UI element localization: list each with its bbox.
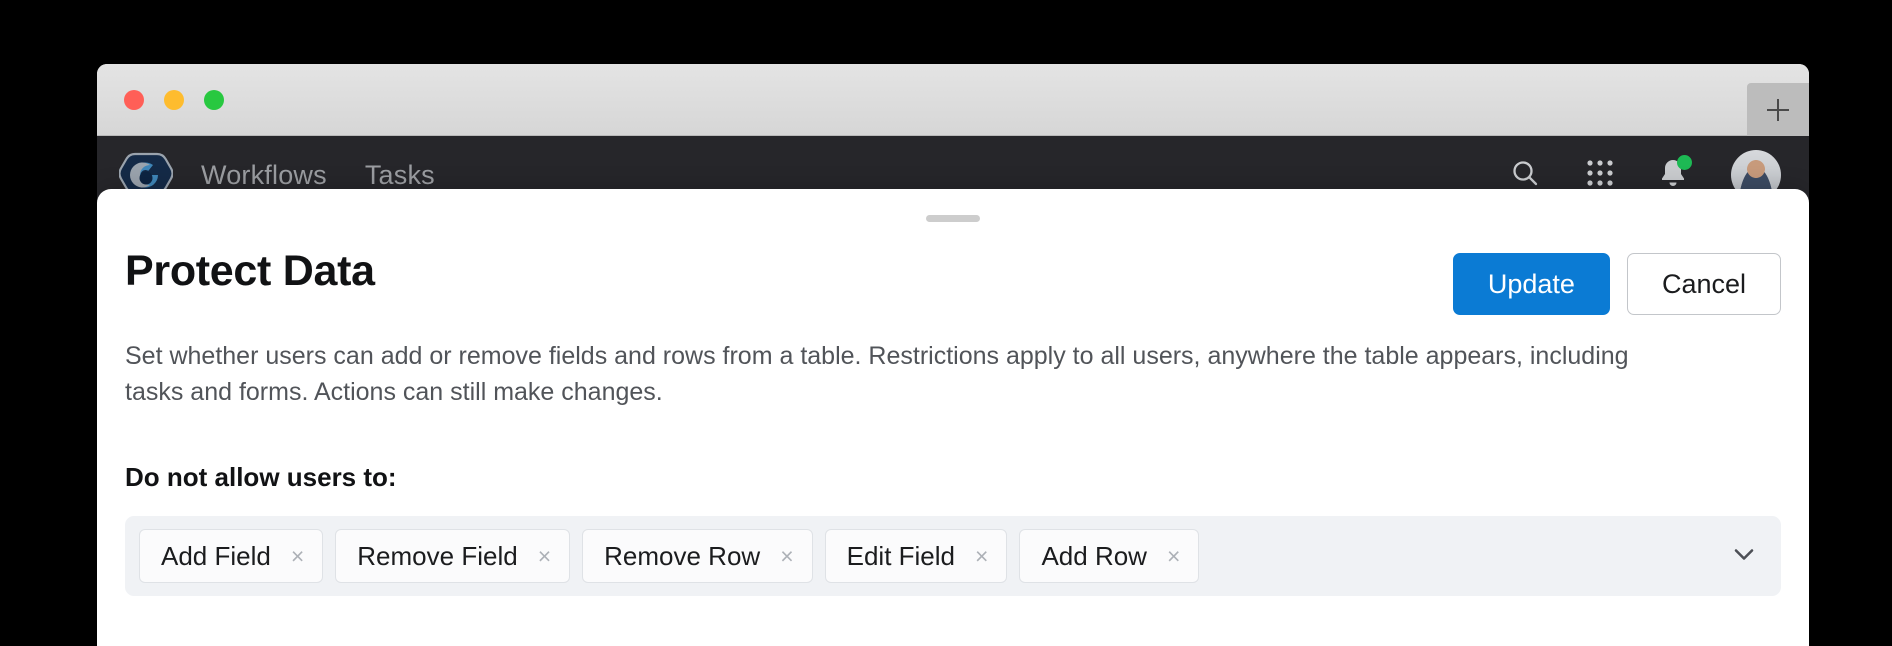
protect-data-modal: Protect Data Update Cancel Set whether u… xyxy=(97,189,1809,646)
chip-list: Add Field × Remove Field × Remove Row × … xyxy=(139,529,1711,583)
maximize-window-button[interactable] xyxy=(204,89,224,110)
chip-add-row[interactable]: Add Row × xyxy=(1019,529,1200,583)
chip-label: Edit Field xyxy=(846,540,956,571)
restrictions-label: Do not allow users to: xyxy=(125,462,397,492)
chip-label: Add Field xyxy=(161,540,271,571)
notifications-bell-icon[interactable] xyxy=(1659,154,1692,193)
new-tab-button[interactable] xyxy=(1747,83,1809,136)
chip-remove-icon[interactable]: × xyxy=(536,544,553,568)
chip-remove-icon[interactable]: × xyxy=(289,544,306,568)
chip-add-field[interactable]: Add Field × xyxy=(139,529,324,583)
page-title: Protect Data xyxy=(125,247,375,295)
modal-drag-handle[interactable] xyxy=(926,215,980,222)
cancel-button[interactable]: Cancel xyxy=(1626,253,1781,315)
modal-description: Set whether users can add or remove fiel… xyxy=(125,342,1629,406)
plus-icon xyxy=(1767,98,1789,121)
update-button[interactable]: Update xyxy=(1452,253,1610,315)
chip-label: Add Row xyxy=(1041,540,1147,571)
notification-badge-dot xyxy=(1677,154,1692,170)
traffic-light-controls xyxy=(124,89,224,110)
window-titlebar xyxy=(97,64,1809,136)
chip-remove-icon[interactable]: × xyxy=(778,544,795,568)
apps-grid-icon[interactable] xyxy=(1585,158,1615,193)
modal-actions: Update Cancel xyxy=(1452,249,1781,315)
chip-edit-field[interactable]: Edit Field × xyxy=(824,529,1008,583)
restrictions-multiselect[interactable]: Add Field × Remove Field × Remove Row × … xyxy=(125,516,1781,596)
chip-remove-row[interactable]: Remove Row × xyxy=(582,529,813,583)
chip-remove-icon[interactable]: × xyxy=(973,544,990,568)
chevron-down-icon[interactable] xyxy=(1729,539,1759,574)
nav-link-workflows[interactable]: Workflows xyxy=(201,160,327,191)
close-window-button[interactable] xyxy=(124,89,144,110)
nav-links: Workflows Tasks xyxy=(201,160,435,191)
chip-label: Remove Field xyxy=(357,540,518,571)
nav-link-tasks[interactable]: Tasks xyxy=(365,160,435,191)
search-icon[interactable] xyxy=(1509,157,1541,194)
chip-label: Remove Row xyxy=(604,540,761,571)
minimize-window-button[interactable] xyxy=(164,89,184,110)
chip-remove-icon[interactable]: × xyxy=(1165,544,1182,568)
modal-header: Protect Data Update Cancel xyxy=(125,189,1781,315)
chip-remove-field[interactable]: Remove Field × xyxy=(335,529,571,583)
